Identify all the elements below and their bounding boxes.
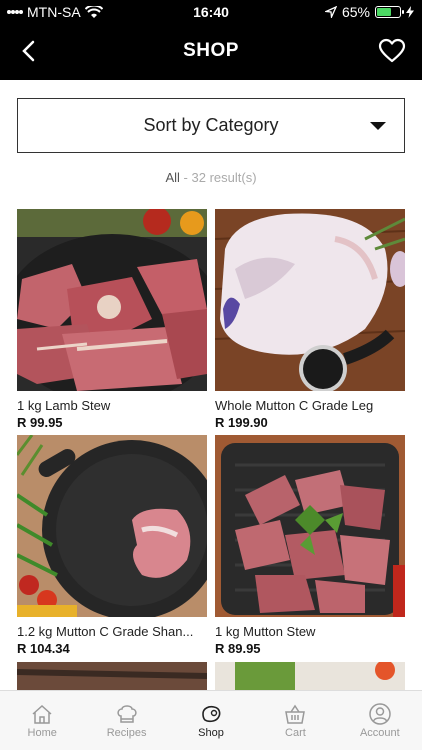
product-price: R 199.90: [215, 415, 268, 430]
sort-label: Sort by Category: [143, 115, 279, 135]
basket-icon: [285, 704, 306, 724]
product-price: R 104.34: [17, 641, 70, 656]
sort-dropdown[interactable]: Sort by Category: [17, 98, 405, 153]
product-card[interactable]: 1.2 kg Mutton C Grade Shan... R 104.34: [17, 435, 207, 656]
product-price: R 89.95: [215, 641, 261, 656]
meat-icon: [202, 705, 221, 723]
product-image: [17, 435, 207, 617]
bottom-tab-bar: Home Recipes Shop Cart Account: [0, 690, 422, 750]
tab-label: Shop: [198, 727, 224, 739]
results-count: 32 result(s): [191, 170, 257, 185]
product-card[interactable]: 1 kg Mutton Stew R 89.95: [215, 435, 405, 656]
charging-bolt-icon: [406, 6, 414, 18]
product-image: [17, 209, 207, 391]
home-icon: [32, 704, 52, 724]
heart-icon: [378, 38, 406, 63]
product-name: 1 kg Lamb Stew: [17, 398, 111, 413]
tab-label: Account: [359, 727, 400, 739]
tab-cart[interactable]: Cart: [253, 691, 337, 750]
user-icon: [369, 703, 391, 725]
product-name: Whole Mutton C Grade Leg: [215, 398, 374, 413]
results-separator: -: [183, 170, 188, 185]
page-title: SHOP: [183, 40, 239, 61]
product-card[interactable]: Whole Mutton C Grade Leg R 199.90: [215, 209, 405, 430]
product-price: R 99.95: [17, 415, 63, 430]
product-image: [215, 435, 405, 617]
tab-recipes[interactable]: Recipes: [84, 691, 168, 750]
tab-shop[interactable]: Shop: [169, 691, 253, 750]
tab-label: Home: [27, 727, 57, 739]
caret-down-icon: [370, 122, 386, 130]
product-image-partial[interactable]: [17, 662, 207, 690]
results-summary: All - 32 result(s): [0, 170, 422, 185]
chef-hat-icon: [116, 705, 137, 723]
product-card[interactable]: 1 kg Lamb Stew R 99.95: [17, 209, 207, 430]
battery-fill: [377, 8, 392, 16]
tab-label: Cart: [285, 727, 306, 739]
product-image-partial[interactable]: [215, 662, 405, 690]
location-arrow-icon: [324, 6, 337, 18]
product-name: 1.2 kg Mutton C Grade Shan...: [17, 624, 194, 639]
favorites-button[interactable]: [378, 38, 406, 64]
status-bar: MTN-SA 16:40 65%: [0, 0, 422, 24]
tab-account[interactable]: Account: [338, 691, 422, 750]
tab-label: Recipes: [106, 727, 147, 739]
product-name: 1 kg Mutton Stew: [215, 624, 316, 639]
tab-home[interactable]: Home: [0, 691, 84, 750]
battery-icon: [375, 6, 404, 18]
status-right: 65%: [324, 4, 414, 20]
top-bar: MTN-SA 16:40 65% SHOP: [0, 0, 422, 80]
results-filter: All: [165, 170, 180, 185]
battery-percent: 65%: [341, 4, 370, 20]
product-image: [215, 209, 405, 391]
